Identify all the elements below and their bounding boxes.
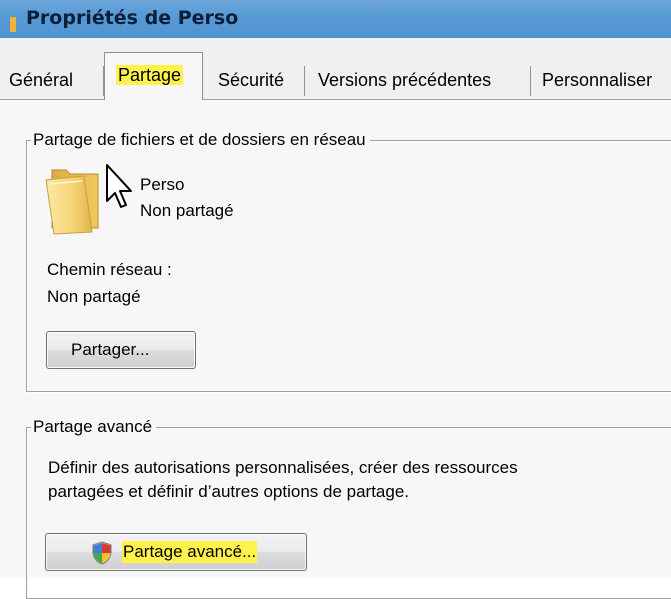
- tab-versions-label: Versions précédentes: [318, 70, 492, 90]
- folder-icon: [45, 169, 99, 235]
- advanced-share-description-line1: Définir des autorisations personnalisées…: [48, 458, 518, 477]
- tab-personnaliser[interactable]: Personnaliser: [530, 62, 671, 98]
- tab-versions-precedentes[interactable]: Versions précédentes: [304, 62, 530, 98]
- advanced-share-button-label: Partage avancé...: [122, 541, 258, 563]
- mouse-pointer-icon: [106, 164, 132, 208]
- window-titlebar[interactable]: Propriétés de Perso: [0, 0, 671, 38]
- tab-general-label: Général: [9, 70, 74, 90]
- advanced-share-group: [26, 427, 671, 599]
- uac-shield-icon: [92, 541, 112, 565]
- network-share-legend: Partage de fichiers et de dossiers en ré…: [31, 129, 370, 151]
- folder-share-status: Non partagé: [140, 201, 234, 220]
- tab-securite[interactable]: Sécurité: [204, 62, 304, 98]
- advanced-share-description-line2: partagées et définir d’autres options de…: [48, 482, 410, 501]
- tab-partage[interactable]: Partage: [104, 52, 203, 100]
- folder-name: Perso: [140, 175, 185, 194]
- advanced-share-legend: Partage avancé: [31, 416, 157, 438]
- tab-partage-label: Partage: [116, 65, 184, 85]
- tab-general[interactable]: Général: [0, 62, 100, 98]
- folder-title-icon: [10, 17, 16, 32]
- tab-personnaliser-label: Personnaliser: [542, 70, 653, 90]
- tab-securite-label: Sécurité: [218, 70, 285, 90]
- advanced-share-button[interactable]: Partage avancé...: [45, 533, 307, 571]
- share-button-label: Partager...: [71, 340, 150, 359]
- network-path-value: Non partagé: [47, 287, 141, 306]
- network-path-label: Chemin réseau :: [47, 260, 172, 279]
- share-button[interactable]: Partager...: [46, 331, 196, 369]
- window-title: Propriétés de Perso: [26, 7, 239, 29]
